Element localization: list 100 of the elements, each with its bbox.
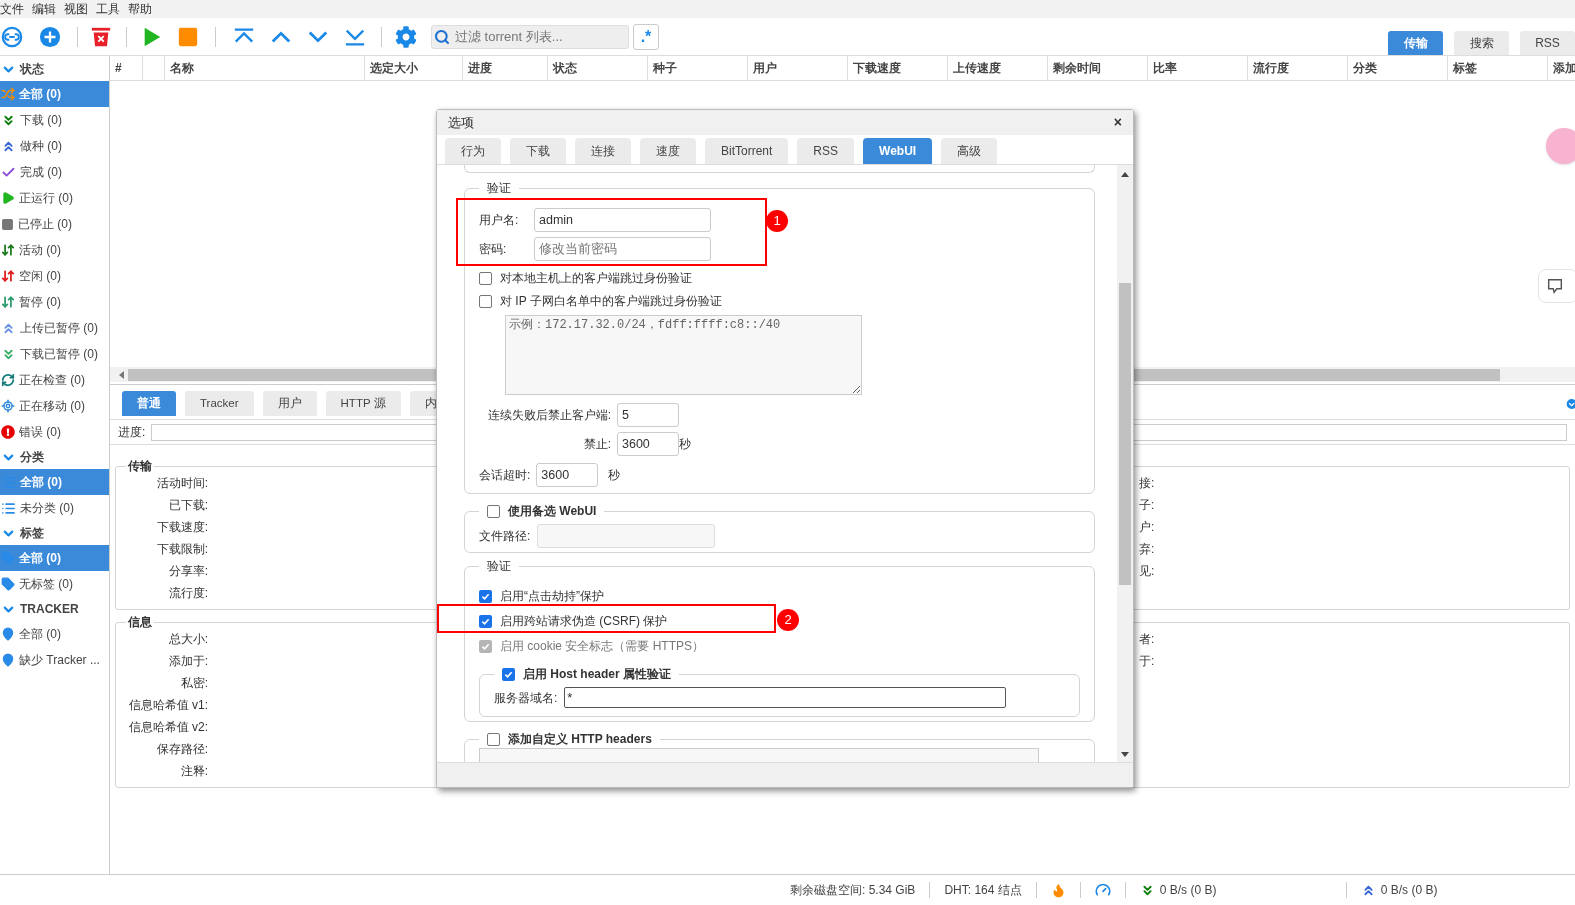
checkbox[interactable] <box>479 271 492 285</box>
sidebar-item[interactable]: 全部 (0) <box>0 81 109 107</box>
group-title: 添加自定义 HTTP headers <box>508 731 652 748</box>
sidebar-item[interactable]: 暂停 (0) <box>0 289 109 315</box>
unit-label: 秒 <box>679 436 691 453</box>
tab[interactable]: 普通 <box>122 391 176 416</box>
server-domains-field[interactable]: * <box>564 687 1007 708</box>
gauge-icon[interactable] <box>1094 882 1111 898</box>
column-header[interactable]: 选定大小 <box>365 56 463 80</box>
file-path-field[interactable] <box>537 524 716 548</box>
column-header[interactable]: 流行度 <box>1248 56 1348 80</box>
list-icon <box>1 500 16 516</box>
refresh-icon <box>1 373 15 387</box>
tab[interactable]: 行为 <box>445 138 501 164</box>
column-header[interactable]: # <box>110 56 143 80</box>
section-title: 标签 <box>20 525 44 542</box>
regex-button[interactable]: .* <box>633 23 659 50</box>
column-header[interactable]: 标签 <box>1448 56 1548 80</box>
whitelist-field[interactable]: 示例：172.17.32.0/24，fdff:ffff:c8::/40 <box>505 315 862 395</box>
stop-icon[interactable] <box>177 25 199 48</box>
session-timeout-field[interactable]: 3600 <box>536 463 599 487</box>
tab[interactable]: Tracker <box>185 391 254 416</box>
checkbox[interactable] <box>479 589 492 603</box>
column-header[interactable]: 名称 <box>165 56 365 80</box>
link-icon[interactable] <box>1 25 23 48</box>
tab[interactable]: RSS <box>1520 31 1575 55</box>
tab[interactable]: 搜索 <box>1454 31 1509 55</box>
tab[interactable]: RSS <box>797 138 855 164</box>
scroll-left-icon[interactable] <box>119 370 124 379</box>
sidebar-item[interactable]: 空闲 (0) <box>0 263 109 289</box>
tab[interactable]: 连接 <box>575 138 631 164</box>
dialog-title: 选项 <box>448 113 474 132</box>
menu-item[interactable]: 帮助 <box>128 0 164 18</box>
sidebar-item[interactable]: 缺少 Tracker ... <box>0 647 109 673</box>
tab[interactable]: 用户 <box>262 391 317 416</box>
column-header[interactable]: 状态 <box>548 56 648 80</box>
scrollbar[interactable] <box>1117 165 1133 762</box>
column-header[interactable]: 用户 <box>748 56 848 80</box>
sidebar-item[interactable]: 无标签 (0) <box>0 571 109 597</box>
group-title: 验证 <box>486 180 512 197</box>
group-title: 使用备选 WebUI <box>508 503 597 520</box>
column-header[interactable]: 进度 <box>463 56 548 80</box>
pin-icon <box>1 627 15 641</box>
username-field[interactable]: admin <box>534 208 711 232</box>
field-label: 服务器域名: <box>494 689 558 707</box>
scroll-up-icon[interactable] <box>1121 172 1129 177</box>
tab[interactable]: WebUI <box>863 138 933 164</box>
column-header[interactable]: 上传速度 <box>948 56 1048 80</box>
password-field[interactable]: 修改当前密码 <box>534 237 711 261</box>
column-header[interactable]: 剩余时间 <box>1048 56 1148 80</box>
sidebar-item[interactable]: 全部 (0) <box>0 545 109 571</box>
sidebar-item[interactable]: 做种 (0) <box>0 133 109 159</box>
attempts-field[interactable]: 5 <box>617 403 679 427</box>
field-label: 总大小: <box>168 631 208 647</box>
scroll-down-icon[interactable] <box>1121 752 1129 757</box>
column-header[interactable]: 比率 <box>1148 56 1248 80</box>
sidebar-item[interactable]: 正在检查 (0) <box>0 367 109 393</box>
field-label: 接: <box>1139 475 1156 491</box>
checkbox[interactable] <box>487 732 500 746</box>
field-label: 文件路径: <box>479 528 531 545</box>
tab[interactable]: BitTorrent <box>705 138 789 164</box>
close-button[interactable]: × <box>1113 112 1122 133</box>
collapse-icon[interactable] <box>1565 398 1575 410</box>
sidebar-item[interactable]: 活动 (0) <box>0 237 109 263</box>
sidebar-item[interactable]: 全部 (0) <box>0 469 109 495</box>
checkbox[interactable] <box>502 667 515 681</box>
tab[interactable]: 速度 <box>640 138 696 164</box>
column-header[interactable]: 分类 <box>1348 56 1448 80</box>
column-header[interactable]: 下载速度 <box>848 56 948 80</box>
filter-field[interactable]: 过滤 torrent 列表... <box>431 24 629 49</box>
add-icon[interactable] <box>39 25 61 48</box>
sidebar-item[interactable]: 下载 (0) <box>0 107 109 133</box>
sidebar-item[interactable]: 正运行 (0) <box>0 185 109 211</box>
tab[interactable]: 传输 <box>1388 31 1443 55</box>
checkbox[interactable] <box>479 614 492 628</box>
sidebar-item[interactable]: 完成 (0) <box>0 159 109 185</box>
ban-duration-field[interactable]: 3600 <box>617 432 679 456</box>
sidebar-item[interactable]: 下载已暂停 (0) <box>0 341 109 367</box>
delete-icon[interactable] <box>90 25 112 48</box>
up-down-arrows-icon <box>1 269 15 283</box>
sidebar-item[interactable]: 未分类 (0) <box>0 495 109 521</box>
feedback-button[interactable] <box>1538 269 1575 303</box>
sidebar-item[interactable]: 全部 (0) <box>0 621 109 647</box>
sidebar-item[interactable]: 正在移动 (0) <box>0 393 109 419</box>
check-icon <box>481 616 490 626</box>
field-label: 保存路径: <box>156 741 208 757</box>
checkbox[interactable] <box>479 294 492 308</box>
field-label: 户: <box>1139 519 1156 535</box>
checkbox[interactable] <box>487 504 500 518</box>
check-icon <box>504 669 513 679</box>
field-label: 活动时间: <box>156 475 208 491</box>
settings-icon[interactable] <box>395 25 417 48</box>
tab[interactable]: HTTP 源 <box>325 391 401 416</box>
tab[interactable]: 下载 <box>510 138 566 164</box>
sidebar-item[interactable]: 错误 (0) <box>0 419 109 445</box>
scrollbar-thumb[interactable] <box>1119 283 1131 585</box>
column-header[interactable]: 种子 <box>648 56 748 80</box>
sidebar-item[interactable]: 上传已暂停 (0) <box>0 315 109 341</box>
sidebar-item[interactable]: 已停止 (0) <box>0 211 109 237</box>
tab[interactable]: 高级 <box>941 138 998 164</box>
